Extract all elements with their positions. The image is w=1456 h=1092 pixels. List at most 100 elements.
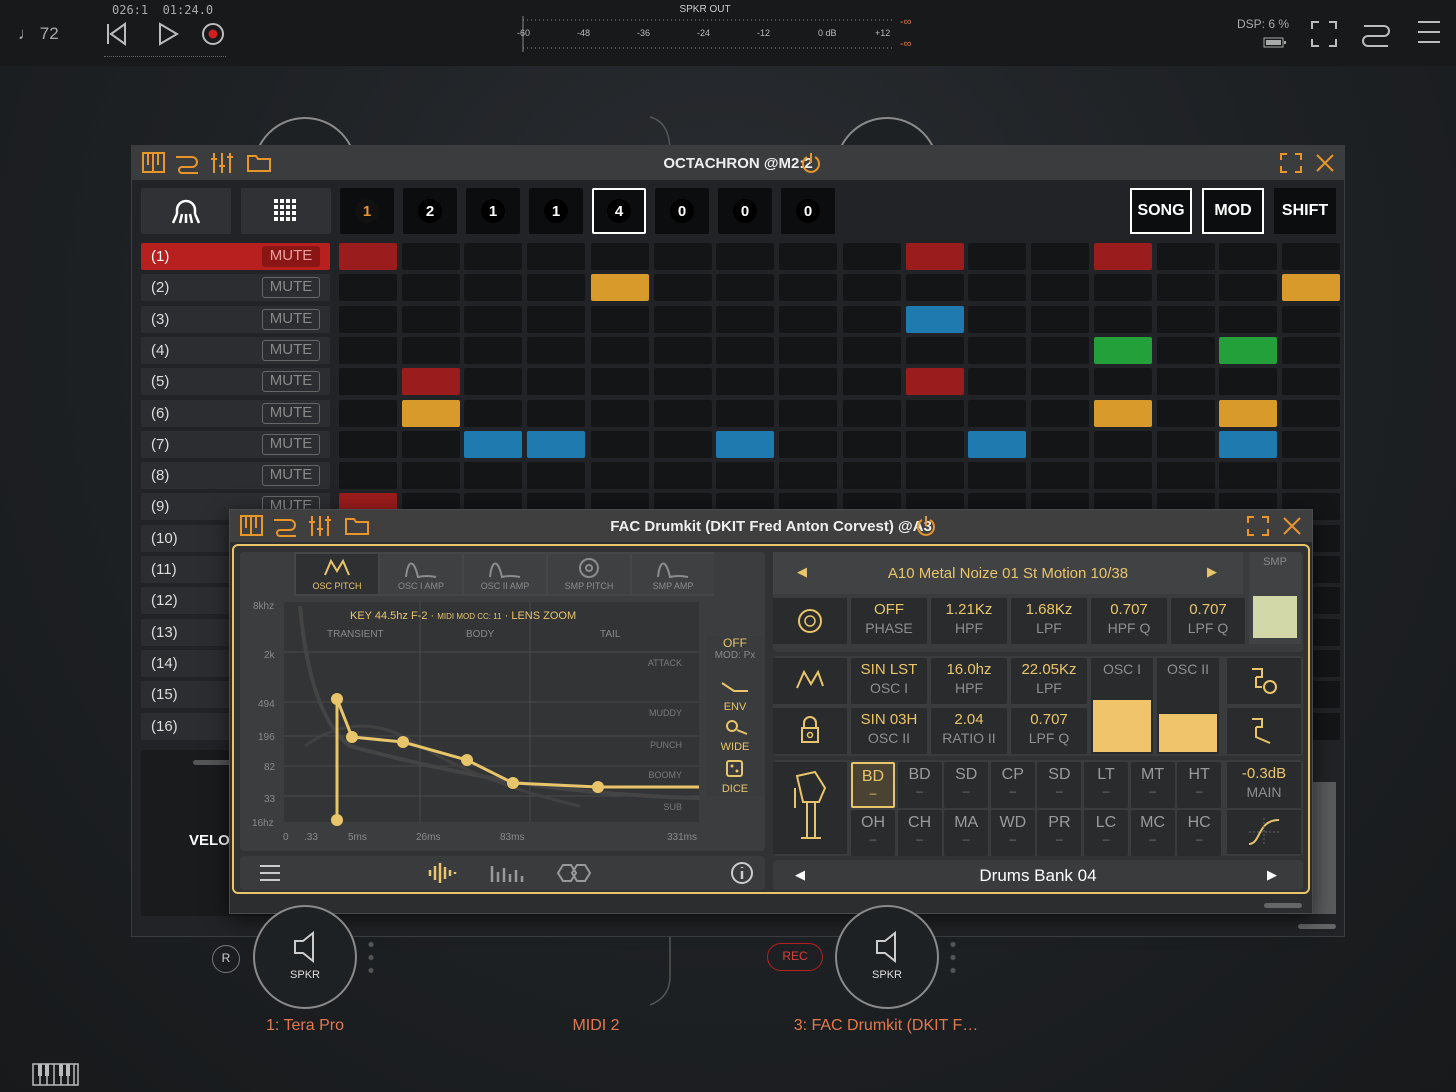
mute-button[interactable]: MUTE (262, 246, 320, 267)
track-row[interactable]: (6) MUTE (141, 399, 330, 427)
drum-pad[interactable]: PR – (1037, 810, 1082, 856)
rec-button[interactable]: REC (767, 943, 823, 971)
step-cell[interactable] (401, 430, 460, 458)
step-cell[interactable] (716, 368, 775, 396)
osc-hpf-knob[interactable]: 16.0hz HPF (931, 658, 1007, 704)
step-cell[interactable] (1219, 462, 1278, 490)
drum-pad[interactable]: SD – (944, 762, 989, 808)
midi-mod-info[interactable]: MIDI MOD CC: 11 (437, 612, 501, 621)
step-cell[interactable] (1031, 243, 1090, 270)
step-cell[interactable] (843, 462, 901, 490)
osc-route-button[interactable] (1227, 658, 1301, 704)
step-cell[interactable] (339, 399, 397, 427)
expand-icon[interactable] (1247, 516, 1269, 536)
step-cell[interactable] (653, 243, 712, 270)
step-cell[interactable] (843, 243, 901, 270)
step-cell[interactable] (905, 243, 964, 270)
step-cell[interactable] (653, 336, 712, 364)
osc-lpf-q-knob[interactable]: 0.707 LPF Q (1011, 708, 1087, 754)
drum-pad[interactable]: HC – (1177, 810, 1222, 856)
step-cell[interactable] (464, 368, 523, 396)
step-cell[interactable] (716, 243, 775, 270)
track-row[interactable]: (8) MUTE (141, 462, 330, 490)
step-cell[interactable] (1094, 305, 1152, 333)
tab-smp-pitch[interactable]: SMP PITCH (548, 554, 630, 594)
mod-off-button[interactable]: OFF MOD: Px (706, 636, 764, 661)
pattern-slot-1[interactable]: 1 (340, 188, 394, 234)
step-cell[interactable] (591, 305, 649, 333)
keyboard-icon[interactable] (32, 1063, 80, 1087)
osc-ii-knob[interactable]: SIN 03H OSC II (851, 708, 927, 754)
step-cell[interactable] (591, 462, 649, 490)
step-cell[interactable] (1094, 399, 1152, 427)
step-cell[interactable] (339, 305, 397, 333)
sample-route-button[interactable] (1227, 708, 1301, 754)
mute-button[interactable]: MUTE (262, 465, 320, 487)
osc-lpf-knob[interactable]: 22.05Kz LPF (1011, 658, 1087, 704)
step-cell[interactable] (905, 336, 964, 364)
scroll-handle[interactable] (1298, 924, 1336, 929)
step-cell[interactable] (527, 243, 586, 270)
step-cell[interactable] (905, 399, 964, 427)
step-cell[interactable] (1156, 368, 1215, 396)
drum-pad[interactable]: MT – (1130, 762, 1175, 808)
tab-smp-amp[interactable]: SMP AMP (632, 554, 714, 594)
step-cell[interactable] (1282, 430, 1341, 458)
step-cell[interactable] (1031, 274, 1090, 302)
step-cell[interactable] (905, 430, 964, 458)
power-icon[interactable] (800, 152, 822, 174)
step-cell[interactable] (464, 462, 523, 490)
step-cell[interactable] (1094, 274, 1152, 302)
step-cell[interactable] (1031, 368, 1090, 396)
step-cell[interactable] (1031, 399, 1090, 427)
step-cell[interactable] (968, 305, 1027, 333)
ratio-ii-knob[interactable]: 2.04 RATIO II (931, 708, 1007, 754)
env-button[interactable]: ENV (706, 680, 764, 713)
pattern-slot-8[interactable]: 0 (781, 188, 835, 234)
drum-pad[interactable]: CP – (990, 762, 1035, 808)
pattern-slot-2[interactable]: 2 (403, 188, 457, 234)
mute-button[interactable]: MUTE (262, 277, 320, 299)
step-cell[interactable] (339, 462, 397, 490)
shift-button[interactable]: SHIFT (1274, 188, 1336, 234)
step-cell[interactable] (1031, 430, 1090, 458)
step-cell[interactable] (591, 430, 649, 458)
hpf-q-knob[interactable]: 0.707 HPF Q (1091, 598, 1167, 644)
lock-button[interactable] (773, 708, 847, 754)
pattern-slot-7[interactable]: 0 (718, 188, 772, 234)
octopus-button[interactable] (141, 188, 231, 234)
drum-pad[interactable]: BD – (897, 762, 942, 808)
step-cell[interactable] (843, 336, 901, 364)
step-cell[interactable] (1031, 336, 1090, 364)
step-cell[interactable] (716, 462, 775, 490)
step-cell[interactable] (1156, 336, 1215, 364)
step-cell[interactable] (527, 462, 586, 490)
step-cell[interactable] (464, 305, 523, 333)
step-cell[interactable] (591, 274, 649, 302)
drum-pad[interactable]: HT – (1177, 762, 1222, 808)
step-cell[interactable] (401, 243, 460, 270)
step-cell[interactable] (1219, 336, 1278, 364)
drum-pad[interactable]: LC – (1084, 810, 1128, 856)
spectrum-icon[interactable] (488, 862, 528, 884)
node-name-tera-pro[interactable]: 1: Tera Pro (205, 1017, 405, 1035)
mute-button[interactable]: MUTE (262, 308, 320, 330)
step-cell[interactable] (905, 368, 964, 396)
step-cell[interactable] (1219, 430, 1278, 458)
step-cell[interactable] (1219, 305, 1278, 333)
song-button[interactable]: SONG (1130, 188, 1192, 234)
step-cell[interactable] (464, 430, 523, 458)
step-cell[interactable] (653, 399, 712, 427)
drum-pad[interactable]: LT – (1084, 762, 1128, 808)
record-arm-button[interactable]: R (212, 945, 240, 973)
step-cell[interactable] (1282, 305, 1341, 333)
step-cell[interactable] (527, 274, 586, 302)
step-cell[interactable] (1031, 462, 1090, 490)
step-cell[interactable] (1094, 368, 1152, 396)
step-cell[interactable] (653, 274, 712, 302)
lens-zoom-info[interactable]: LENS ZOOM (511, 610, 576, 622)
drum-pad[interactable]: OH – (851, 810, 895, 856)
drum-pad[interactable]: WD – (990, 810, 1035, 856)
close-icon[interactable] (1282, 516, 1302, 536)
step-cell[interactable] (339, 368, 397, 396)
